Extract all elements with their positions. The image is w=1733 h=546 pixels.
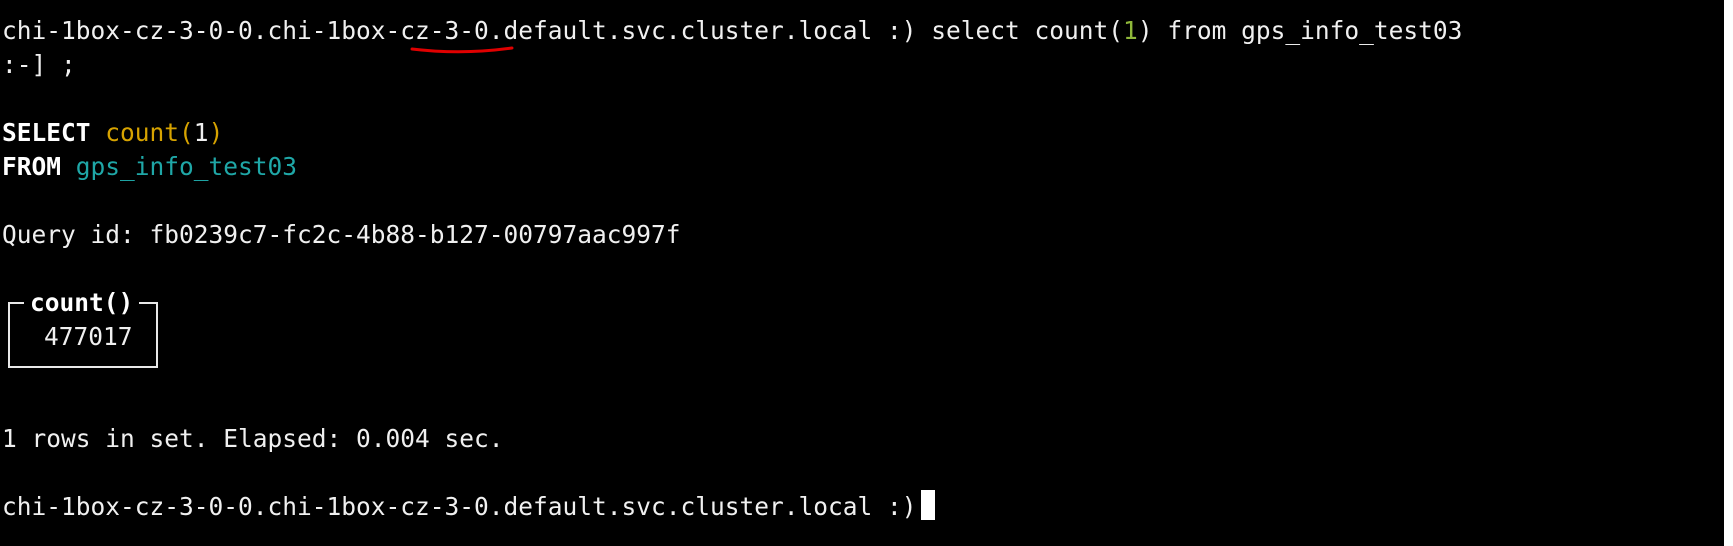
final-prompt-line[interactable]: chi-1box-cz-3-0-0.chi-1box-cz-3-0.defaul… [2,490,935,524]
count-argument: 1 [193,118,209,147]
text-cursor [920,490,935,520]
result-column-header: count() [24,286,140,320]
prompt-host: chi-1box-cz-3-0-0.chi-1box-cz-3-0.defaul… [2,16,873,45]
terminal-window[interactable]: chi-1box-cz-3-0-0.chi-1box-cz-3-0.defaul… [0,0,1724,546]
table-name: gps_info_test03 [75,152,298,181]
command-text-start: select count( [931,16,1124,45]
continuation-line: :-] ; [2,50,76,79]
summary-line: 1 rows in set. Elapsed: 0.004 sec. [2,424,504,453]
count-function: count( [105,118,194,147]
formatted-from-line: FROM gps_info_test03 [2,150,297,184]
query-id-line: Query id: fb0239c7-fc2c-4b88-b127-00797a… [2,220,681,249]
final-prompt: chi-1box-cz-3-0-0.chi-1box-cz-3-0.defaul… [2,492,917,521]
command-text-end: ) from gps_info_test03 [1137,16,1463,45]
result-cell-value: 477017 [44,322,133,351]
formatted-select-line: SELECT count(1) [2,116,223,150]
count-close-paren: ) [208,118,224,147]
command-number: 1 [1123,16,1138,45]
select-keyword: SELECT [2,118,91,147]
command-line: chi-1box-cz-3-0-0.chi-1box-cz-3-0.defaul… [2,14,1462,48]
red-annotation-underline [410,46,514,54]
prompt-suffix: :) [872,16,932,45]
from-keyword: FROM [2,152,62,181]
